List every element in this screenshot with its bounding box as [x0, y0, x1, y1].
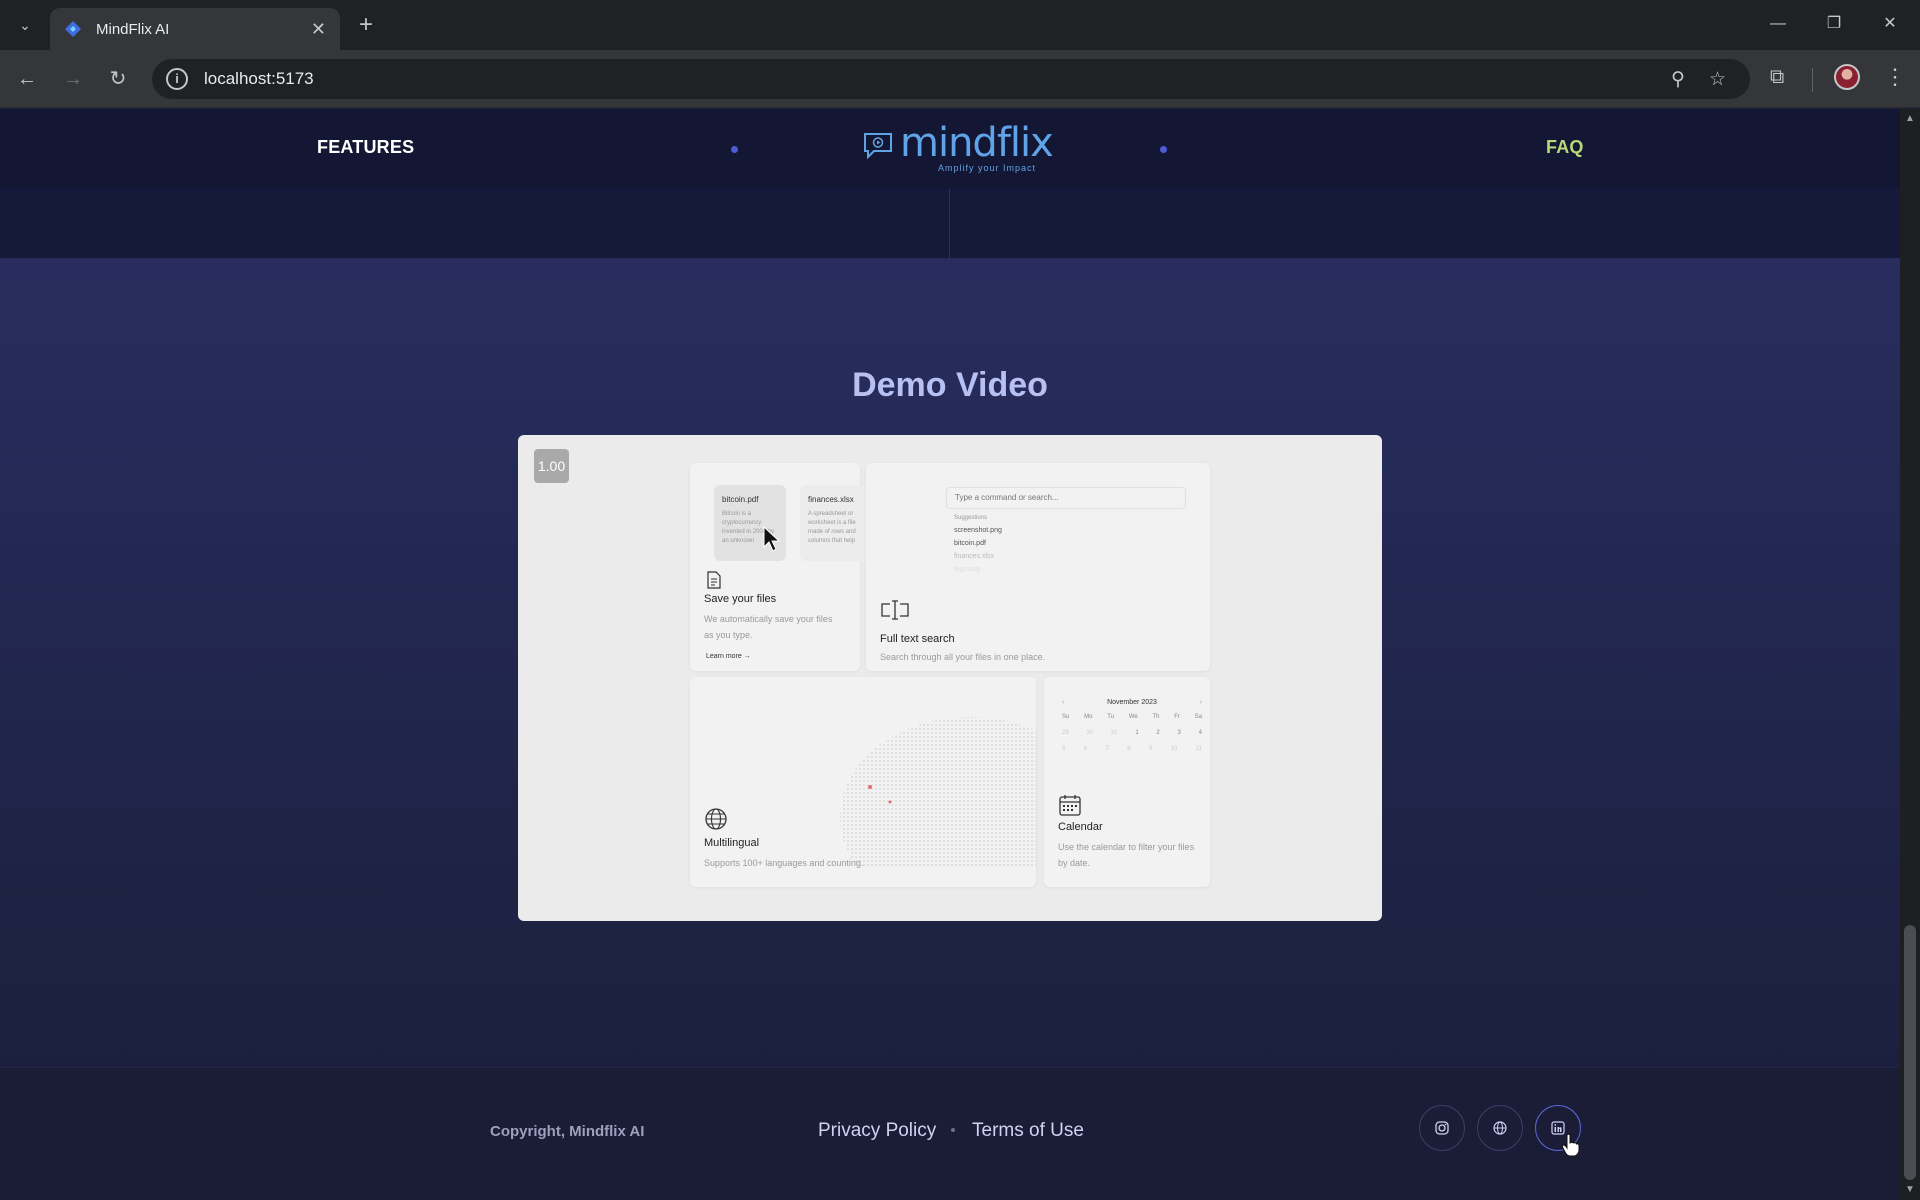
feature-card-save: bitcoin.pdf Bitcoin is a cryptocurrency …	[690, 463, 872, 671]
browser-toolbar: ← → ↻ i localhost:5173 ⚲ ☆ ⧉ ⋮	[0, 50, 1920, 108]
learn-more-link[interactable]: Learn more →	[706, 653, 751, 660]
doc-text: A spreadsheet or worksheet is a file mad…	[808, 511, 856, 544]
playback-speed-badge[interactable]: 1.00	[534, 449, 569, 483]
suggestion-item: screenshot.png	[954, 527, 1002, 534]
logo-screen-icon	[864, 133, 892, 159]
mindflix-logo[interactable]: mindflix Amplify your Impact	[860, 123, 1054, 175]
page-viewport: FEATURES mindflix Amplify your Impact FA…	[0, 109, 1900, 1200]
strip-divider	[949, 189, 950, 259]
card-description: We automatically save your files as you …	[704, 614, 833, 640]
zoom-icon[interactable]: ⚲	[1671, 68, 1685, 91]
puzzle-icon[interactable]: ⧉	[1770, 66, 1784, 89]
suggestion-item: logo.svg	[954, 566, 981, 573]
reload-icon[interactable]: ↻	[103, 64, 133, 94]
copyright-text: Copyright, Mindflix AI	[490, 1123, 645, 1140]
plus-icon[interactable]: +	[352, 12, 380, 40]
more-vert-icon[interactable]: ⋮	[1884, 64, 1906, 90]
suggestion-item: bitcoin.pdf	[954, 540, 986, 547]
minimize-icon[interactable]: —	[1758, 10, 1798, 38]
nav-dot	[1160, 146, 1167, 153]
tab-title: MindFlix AI	[96, 20, 170, 38]
toolbar-divider	[1812, 68, 1813, 92]
card-title: Multilingual	[704, 837, 760, 849]
arrow-left-icon[interactable]: ←	[12, 64, 42, 94]
text-cursor-icon	[881, 600, 909, 620]
scroll-down-icon[interactable]: ▼	[1903, 1184, 1917, 1195]
card-description: Supports 100+ languages and counting.	[704, 858, 864, 868]
doc-preview: finances.xlsx A spreadsheet or worksheet…	[800, 485, 872, 561]
browser-tab[interactable]: MindFlix AI ✕	[50, 8, 340, 50]
feature-card-search: Type a command or search... Suggestions …	[866, 463, 1210, 671]
restore-icon[interactable]: ❐	[1814, 10, 1854, 38]
suggestion-item: finances.xlsx	[954, 553, 995, 560]
section-strip	[0, 189, 1900, 259]
terms-of-use-link[interactable]: Terms of Use	[972, 1120, 1084, 1142]
mindflix-favicon-icon	[65, 21, 81, 37]
card-description: Use the calendar to filter your files by…	[1058, 842, 1195, 868]
doc-name: finances.xlsx	[808, 495, 854, 504]
command-palette: Type a command or search... Suggestions …	[946, 487, 1186, 587]
avatar[interactable]	[1834, 64, 1860, 90]
chevron-down-icon[interactable]: ⌄	[10, 10, 40, 40]
browser-tabstrip: ⌄ MindFlix AI ✕ + — ❐ ✕	[0, 0, 1920, 50]
calendar-weekdays: Su Mo Tu We Th Fr Sa	[1062, 714, 1202, 720]
feature-card-multilingual: Multilingual Supports 100+ languages and…	[690, 677, 1036, 887]
command-search-input: Type a command or search...	[946, 487, 1186, 509]
chevron-left-icon: ‹	[1062, 699, 1065, 706]
hand-pointer-icon	[1561, 1133, 1580, 1157]
scroll-up-icon[interactable]: ▲	[1903, 113, 1917, 124]
section-title: Demo Video	[852, 366, 1048, 404]
instagram-icon[interactable]	[1419, 1105, 1465, 1151]
cursor-arrow-icon	[763, 525, 781, 552]
info-icon[interactable]: i	[166, 68, 188, 90]
nav-dot	[731, 146, 738, 153]
card-title: Full text search	[880, 633, 955, 645]
nav-link-faq[interactable]: FAQ	[1546, 137, 1584, 158]
card-title: Calendar	[1058, 821, 1103, 833]
calendar-week: 29 30 31 1 2 3 4	[1062, 730, 1202, 736]
demo-video-player[interactable]: 1.00 bitcoin.pdf Bitcoin is a cryptocurr…	[518, 435, 1382, 921]
logo-wordmark: mindflix	[900, 120, 1054, 166]
calendar-widget: ‹ November 2023 › Su Mo Tu We Th Fr Sa 29 30 31 1…	[1062, 699, 1202, 779]
nav-link-features[interactable]: FEATURES	[317, 137, 414, 158]
document-icon	[707, 571, 721, 589]
window-close-icon[interactable]: ✕	[1870, 10, 1910, 38]
star-icon[interactable]: ☆	[1709, 68, 1726, 91]
calendar-month-label: November 2023	[1107, 699, 1157, 706]
doc-name: bitcoin.pdf	[722, 495, 759, 504]
address-bar[interactable]: i localhost:5173 ⚲ ☆	[152, 59, 1750, 99]
site-footer: Copyright, Mindflix AI Privacy Policy Te…	[0, 1067, 1900, 1200]
feature-card-calendar: ‹ November 2023 › Su Mo Tu We Th Fr Sa 29 30 31 1…	[1044, 677, 1210, 887]
privacy-policy-link[interactable]: Privacy Policy	[818, 1120, 936, 1142]
site-navbar: FEATURES mindflix Amplify your Impact FA…	[0, 109, 1900, 189]
url-text[interactable]: localhost:5173	[204, 69, 1671, 89]
logo-tagline: Amplify your Impact	[938, 163, 1037, 173]
globe-icon	[705, 808, 727, 830]
calendar-week: 5 6 7 8 9 10 11	[1062, 746, 1202, 752]
calendar-month: ‹ November 2023 ›	[1062, 699, 1202, 706]
globe-icon[interactable]	[1477, 1105, 1523, 1151]
card-description: Search through all your files in one pla…	[880, 652, 1046, 662]
arrow-right-icon[interactable]: →	[58, 64, 88, 94]
footer-separator	[951, 1128, 955, 1132]
chevron-right-icon: ›	[1199, 699, 1202, 706]
calendar-icon	[1059, 795, 1081, 816]
suggestions-label: Suggestions	[954, 515, 988, 521]
card-title: Save your files	[704, 593, 777, 605]
globe-dots-graphic	[840, 717, 1036, 867]
scrollbar-thumb[interactable]	[1904, 925, 1916, 1180]
close-icon[interactable]: ✕	[311, 19, 326, 40]
